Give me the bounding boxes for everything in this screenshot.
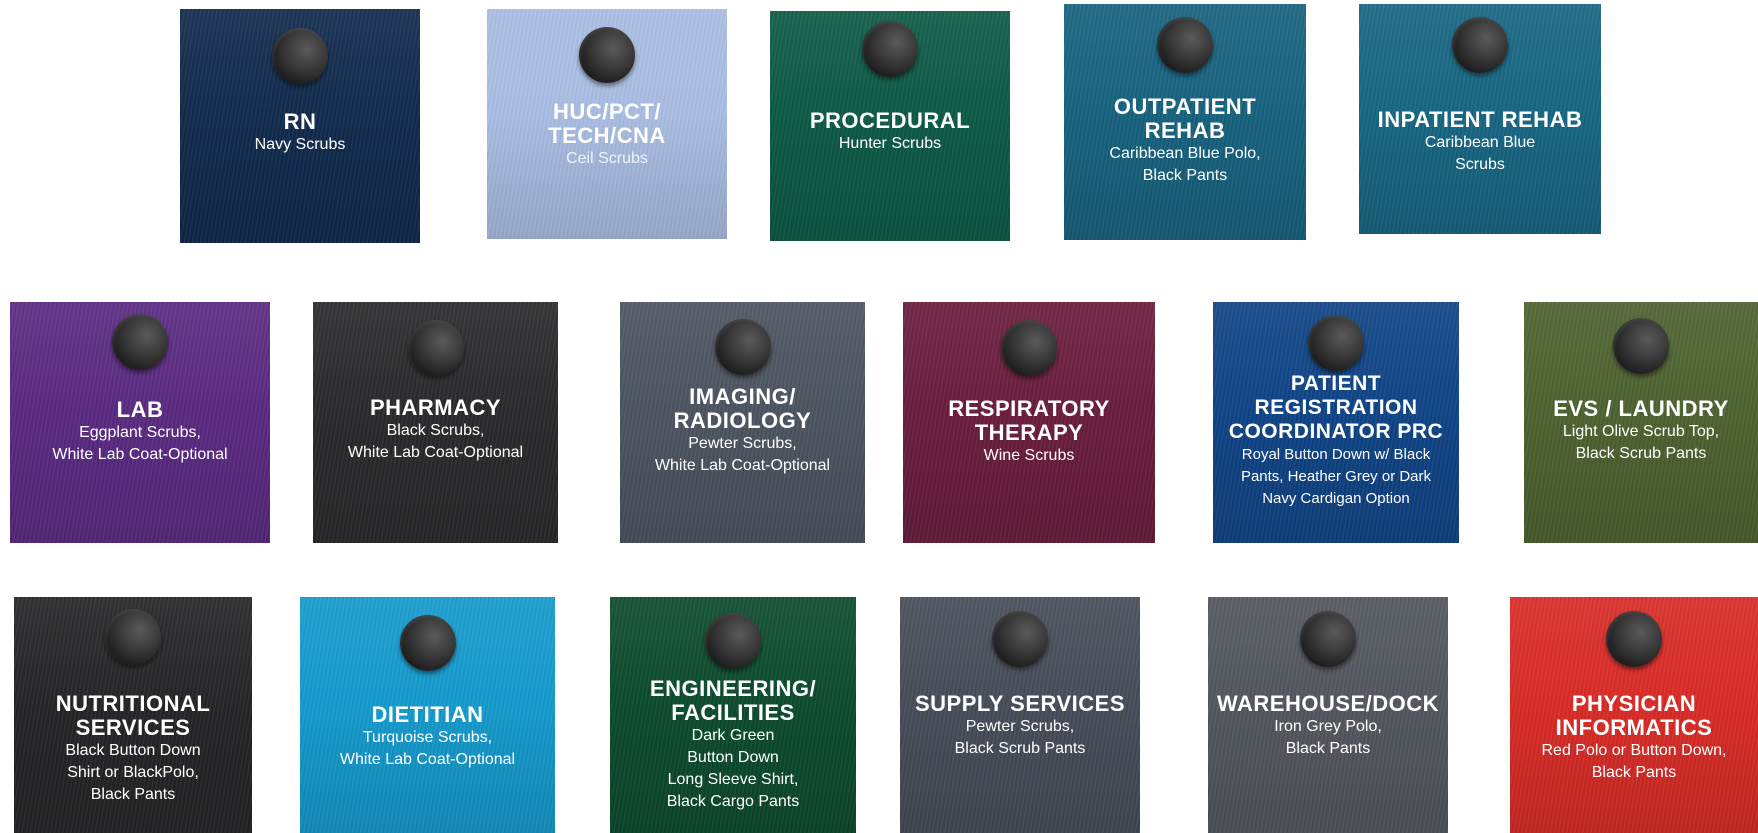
swatch-description: Caribbean Blue Polo, Black Pants: [1109, 145, 1261, 184]
button-icon: [399, 615, 456, 671]
swatch-title: INPATIENT REHAB: [1377, 107, 1583, 132]
swatch-respiratory-therapy: RESPIRATORY THERAPY Wine Scrubs: [903, 302, 1155, 543]
swatch-dietitian: DIETITIAN Turquoise Scrubs, White Lab Co…: [300, 597, 555, 833]
swatch-rn: RN Navy Scrubs: [180, 9, 420, 243]
button-icon: [1300, 611, 1356, 667]
swatch-description: Red Polo or Button Down, Black Pants: [1541, 742, 1727, 781]
button-icon: [705, 613, 761, 669]
swatch-physician-informatics: PHYSICIAN INFORMATICS Red Polo or Button…: [1510, 597, 1758, 833]
button-icon: [579, 27, 635, 83]
button-icon: [1308, 315, 1364, 371]
swatch-title: SUPPLY SERVICES: [914, 691, 1126, 716]
swatch-title: HUC/PCT/ TECH/CNA: [548, 99, 666, 148]
swatch-inpatient-rehab: INPATIENT REHAB Caribbean Blue Scrubs: [1359, 4, 1601, 234]
swatch-description: Ceil Scrubs: [566, 150, 648, 167]
swatch-lab: LAB Eggplant Scrubs, White Lab Coat-Opti…: [10, 302, 270, 543]
swatch-description: Black Scrubs, White Lab Coat-Optional: [347, 422, 524, 461]
swatch-description: Navy Scrubs: [254, 136, 346, 153]
swatch-title: PROCEDURAL: [809, 108, 971, 133]
swatch-title: PHYSICIAN INFORMATICS: [1555, 691, 1713, 740]
button-icon: [112, 314, 168, 370]
button-icon: [272, 28, 328, 84]
swatch-title: DIETITIAN: [371, 702, 484, 727]
swatch-supply-services: SUPPLY SERVICES Pewter Scrubs, Black Scr…: [900, 597, 1140, 833]
swatch-description: Dark Green Button Down Long Sleeve Shirt…: [666, 727, 800, 810]
swatch-description: Turquoise Scrubs, White Lab Coat-Optiona…: [339, 729, 516, 768]
swatch-engineering-facilities: ENGINEERING/ FACILITIES Dark Green Butto…: [610, 597, 856, 833]
swatch-warehouse-dock: WAREHOUSE/DOCK Iron Grey Polo, Black Pan…: [1208, 597, 1448, 833]
button-icon: [1157, 17, 1213, 73]
button-icon: [1452, 17, 1508, 73]
swatch-nutritional-services: NUTRITIONAL SERVICES Black Button Down S…: [14, 597, 252, 833]
button-icon: [105, 609, 161, 665]
swatch-procedural: PROCEDURAL Hunter Scrubs: [770, 11, 1010, 241]
swatch-pharmacy: PHARMACY Black Scrubs, White Lab Coat-Op…: [313, 302, 558, 543]
swatch-title: LAB: [116, 397, 164, 422]
swatch-evs-laundry: EVS / LAUNDRY Light Olive Scrub Top, Bla…: [1524, 302, 1758, 543]
swatch-huc-pct-tech-cna: HUC/PCT/ TECH/CNA Ceil Scrubs: [487, 9, 727, 239]
swatch-title: PATIENT REGISTRATION COORDINATOR PRC: [1228, 372, 1444, 443]
swatch-description: Eggplant Scrubs, White Lab Coat-Optional: [52, 424, 228, 463]
swatch-outpatient-rehab: OUTPATIENT REHAB Caribbean Blue Polo, Bl…: [1064, 4, 1306, 240]
button-icon: [992, 611, 1048, 667]
swatch-title: RN: [283, 109, 317, 134]
swatch-description: Wine Scrubs: [983, 447, 1075, 464]
button-icon: [1001, 320, 1057, 376]
button-icon: [714, 319, 771, 375]
button-icon: [1606, 611, 1662, 667]
swatch-description: Light Olive Scrub Top, Black Scrub Pants: [1562, 423, 1720, 462]
button-icon: [407, 320, 464, 376]
swatch-title: ENGINEERING/ FACILITIES: [649, 676, 817, 725]
swatch-title: IMAGING/ RADIOLOGY: [673, 384, 812, 433]
button-icon: [862, 21, 918, 77]
swatch-title: OUTPATIENT REHAB: [1113, 94, 1257, 143]
swatch-description: Black Button Down Shirt or BlackPolo, Bl…: [65, 742, 201, 803]
swatch-title: EVS / LAUNDRY: [1553, 396, 1729, 421]
swatch-description: Iron Grey Polo, Black Pants: [1274, 718, 1382, 757]
swatch-patient-registration-coordinator: PATIENT REGISTRATION COORDINATOR PRC Roy…: [1213, 302, 1459, 543]
swatch-imaging-radiology: IMAGING/ RADIOLOGY Pewter Scrubs, White …: [620, 302, 865, 543]
swatch-title: RESPIRATORY THERAPY: [948, 396, 1110, 445]
swatch-title: PHARMACY: [369, 395, 502, 420]
swatch-description: Royal Button Down w/ Black Pants, Heathe…: [1240, 446, 1432, 507]
swatch-description: Hunter Scrubs: [838, 135, 942, 152]
swatch-description: Pewter Scrubs, Black Scrub Pants: [954, 718, 1086, 757]
swatch-title: WAREHOUSE/DOCK: [1216, 691, 1440, 716]
swatch-description: Caribbean Blue Scrubs: [1424, 134, 1536, 173]
swatch-description: Pewter Scrubs, White Lab Coat-Optional: [654, 435, 831, 474]
button-icon: [1613, 318, 1669, 374]
swatch-title: NUTRITIONAL SERVICES: [55, 691, 211, 740]
